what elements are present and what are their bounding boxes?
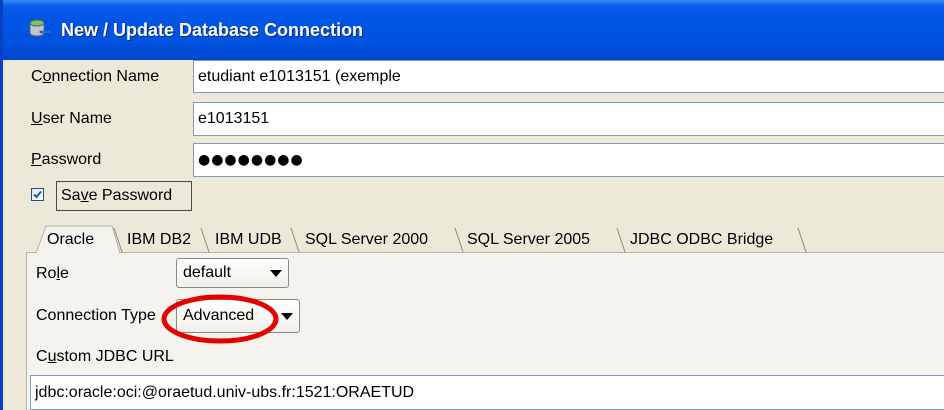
- tab-separator: [454, 227, 464, 253]
- save-password-label: Save Password: [61, 187, 173, 204]
- user-name-value: e1013151: [198, 110, 270, 127]
- tab-jdbc-odbc-bridge[interactable]: JDBC ODBC Bridge: [630, 228, 773, 252]
- connection-name-label: Connection Name: [31, 68, 160, 85]
- tab-oracle[interactable]: Oracle: [47, 228, 94, 252]
- tab-ibm-db2[interactable]: IBM DB2: [127, 228, 191, 252]
- tab-ibm-udb[interactable]: IBM UDB: [215, 228, 282, 252]
- password-field[interactable]: ●●●●●●●●: [193, 143, 944, 177]
- connection-name-value: etudiant e1013151 (exemple: [198, 68, 401, 85]
- connection-type-selected-value: Advanced: [183, 307, 255, 324]
- password-label: Password: [31, 151, 102, 168]
- user-name-field[interactable]: e1013151: [193, 102, 944, 136]
- tab-separator: [616, 227, 626, 253]
- connection-name-field[interactable]: etudiant e1013151 (exemple: [193, 60, 944, 93]
- user-name-label: User Name: [31, 110, 112, 127]
- tab-separator: [290, 227, 300, 253]
- connection-type-select[interactable]: Advanced: [176, 299, 300, 333]
- tab-sql-server-2000[interactable]: SQL Server 2000: [305, 228, 428, 252]
- role-selected-value: default: [183, 264, 232, 281]
- title-bar[interactable]: New / Update Database Connection: [0, 0, 944, 60]
- chevron-down-icon[interactable]: [279, 300, 295, 332]
- custom-jdbc-url-value: jdbc:oracle:oci:@oraetud.univ-ubs.fr:152…: [35, 384, 415, 401]
- role-select[interactable]: default: [176, 258, 289, 288]
- connection-type-label: Connection Type: [36, 307, 156, 324]
- tab-separator: [797, 227, 807, 253]
- tab-sql-server-2005[interactable]: SQL Server 2005: [467, 228, 590, 252]
- save-password-label-focus[interactable]: Save Password: [56, 181, 192, 211]
- window-title: New / Update Database Connection: [61, 20, 364, 40]
- tab-separator: [113, 227, 123, 253]
- role-label: Role: [36, 265, 69, 282]
- custom-jdbc-url-label: Custom JDBC URL: [36, 348, 174, 365]
- tab-separator: [200, 227, 210, 253]
- chevron-down-icon[interactable]: [268, 259, 284, 287]
- check-icon: [33, 190, 42, 199]
- window-frame-left: [0, 60, 3, 410]
- database-connection-icon: [27, 17, 52, 41]
- password-masked-value: ●●●●●●●●: [198, 152, 304, 168]
- custom-jdbc-url-field[interactable]: jdbc:oracle:oci:@oraetud.univ-ubs.fr:152…: [30, 375, 944, 410]
- save-password-checkbox[interactable]: [31, 188, 44, 201]
